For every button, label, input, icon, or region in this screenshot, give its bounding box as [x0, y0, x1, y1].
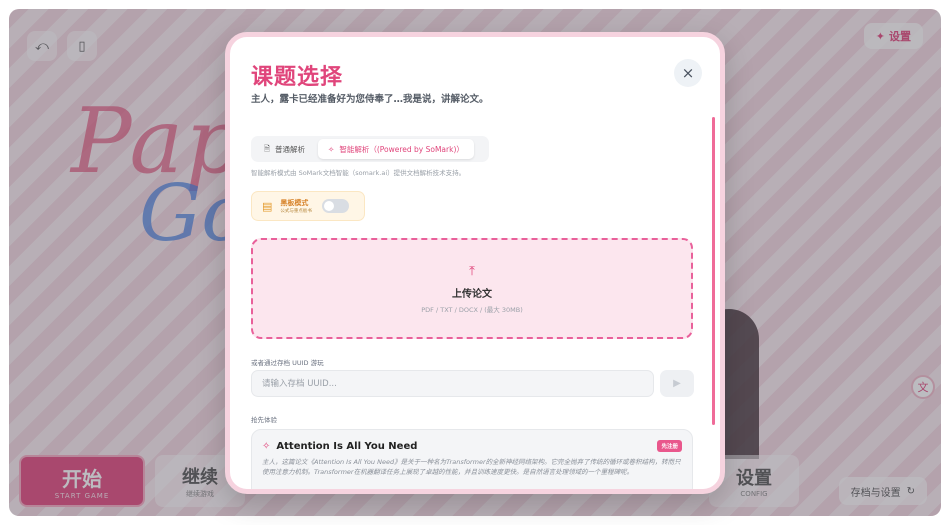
blackboard-subtitle: 公式与重点板书 — [280, 209, 312, 214]
blackboard-title: 黑板模式 — [280, 199, 309, 207]
mode-description: 智能解析模式由 SoMark文档智能（somark.ai）提供文档解析技术支持。 — [251, 169, 466, 177]
close-icon: × — [681, 64, 695, 82]
dialog-subtitle: 主人，露卡已经准备好为您侍奉了…我是说，讲解论文。 — [251, 94, 489, 105]
quick-try-label: 抢先体验 — [251, 416, 277, 424]
paper-description: 主人，这篇论文《Attention Is All You Need》是关于一种名… — [262, 458, 681, 476]
dialog-title: 课题选择 — [251, 65, 344, 90]
play-button[interactable]: ▶ — [660, 370, 694, 397]
parse-mode-tabs: 🗎 普通解析 ✧ 智能解析（(Powered by SoMark)） — [251, 136, 489, 162]
paper-badge: 先注册 — [657, 440, 682, 452]
paper-card[interactable]: ✧ Attention Is All You Need 先注册 主人，这篇论文《… — [251, 429, 693, 489]
close-button[interactable]: × — [674, 59, 702, 87]
dialog-content: 课题选择 主人，露卡已经准备好为您侍奉了…我是说，讲解论文。 × 🗎 普通解析 … — [251, 37, 702, 489]
scrollbar[interactable] — [712, 117, 715, 425]
blackboard-mode-panel: ▤ 黑板模式 公式与重点板书 — [251, 191, 365, 221]
sparkle-icon: ✧ — [262, 440, 271, 452]
document-icon: 🗎 — [264, 143, 271, 153]
topic-select-dialog: 课题选择 主人，露卡已经准备好为您侍奉了…我是说，讲解论文。 × 🗎 普通解析 … — [225, 32, 725, 494]
uuid-label: 或者通过存档 UUID 游玩 — [251, 359, 324, 367]
play-icon: ▶ — [673, 378, 681, 389]
upload-dropzone[interactable]: ⤒ 上传论文 PDF / TXT / DOCX / (最大 30MB) — [251, 238, 693, 339]
sparkle-icon: ✧ — [328, 144, 335, 154]
uuid-input[interactable] — [251, 370, 654, 397]
blackboard-icon: ▤ — [262, 199, 273, 213]
paper-title: Attention Is All You Need — [276, 440, 418, 452]
blackboard-toggle[interactable] — [321, 199, 349, 213]
tab-normal-parse[interactable]: 🗎 普通解析 — [254, 139, 315, 159]
upload-icon: ⤒ — [469, 263, 475, 279]
tab-smart-parse[interactable]: ✧ 智能解析（(Powered by SoMark)） — [318, 139, 474, 159]
upload-title: 上传论文 — [452, 288, 492, 300]
upload-formats: PDF / TXT / DOCX / (最大 30MB) — [421, 305, 523, 314]
